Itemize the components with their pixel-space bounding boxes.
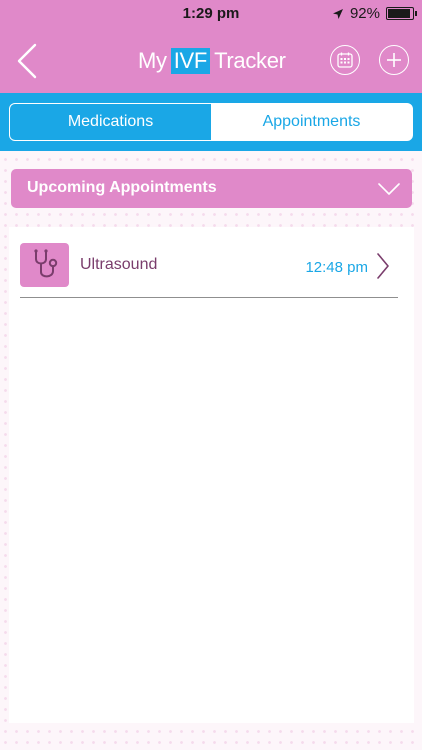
plus-icon (387, 53, 401, 67)
app-title-suffix: Tracker (214, 48, 286, 73)
row-divider (20, 297, 398, 298)
chevron-right-icon (377, 253, 389, 279)
stethoscope-icon (33, 249, 57, 278)
calendar-icon (337, 52, 353, 68)
section-title: Upcoming Appointments (27, 179, 217, 196)
appointment-label: Ultrasound (80, 256, 158, 273)
location-arrow-icon (332, 8, 343, 19)
status-indicators: 92% (332, 5, 417, 22)
battery-icon (386, 7, 417, 20)
app-title-prefix: My (138, 48, 167, 73)
segmented-control: Medications Appointments (9, 103, 413, 141)
app-title-highlight: IVF (170, 48, 211, 74)
appointments-list: Ultrasound 12:48 pm (9, 227, 414, 723)
tab-medications[interactable]: Medications (10, 104, 211, 140)
add-button[interactable] (379, 45, 409, 75)
app-title: My IVF Tracker (138, 46, 286, 76)
tab-appointments[interactable]: Appointments (211, 104, 412, 140)
status-bar: 1:29 pm 92% (0, 0, 422, 30)
calendar-button[interactable] (330, 45, 360, 75)
appointment-icon-tile (20, 243, 69, 287)
chevron-left-icon (17, 43, 37, 79)
list-item[interactable]: Ultrasound 12:48 pm (20, 243, 398, 298)
tab-bar: Medications Appointments (0, 93, 422, 151)
app-header: 1:29 pm 92% My IVF Tracker (0, 0, 422, 93)
app-screen: 1:29 pm 92% My IVF Tracker Medications A… (0, 0, 422, 750)
battery-level (388, 9, 410, 18)
battery-percent: 92% (349, 5, 380, 22)
nav-bar: My IVF Tracker (0, 30, 422, 93)
back-button[interactable] (14, 42, 40, 80)
chevron-down-icon (378, 183, 400, 195)
upcoming-appointments-header[interactable]: Upcoming Appointments (11, 169, 412, 208)
appointment-time: 12:48 pm (305, 259, 368, 276)
